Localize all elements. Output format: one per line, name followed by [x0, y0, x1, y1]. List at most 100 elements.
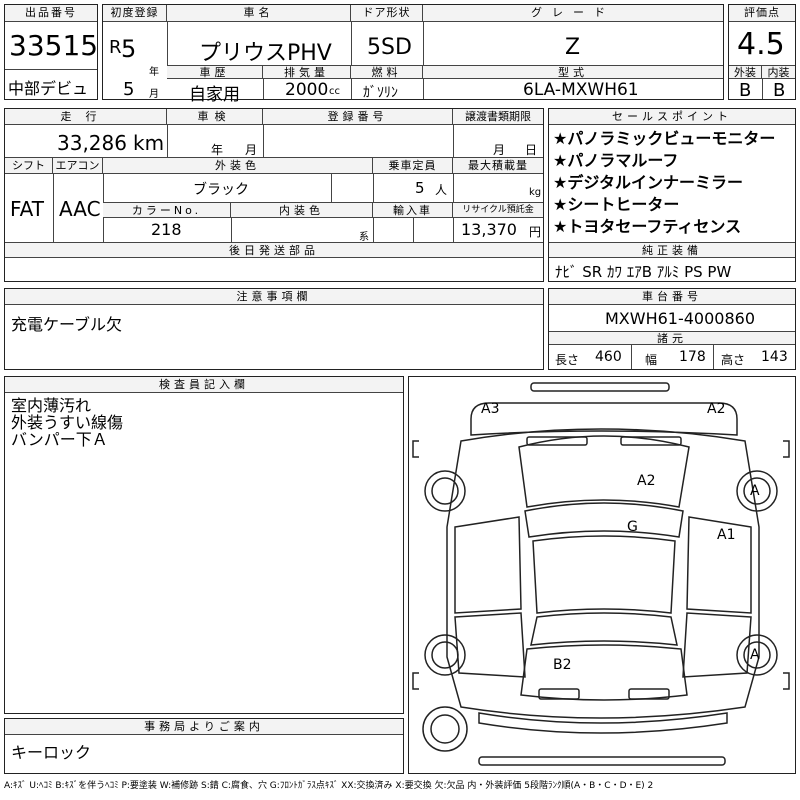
capacity-label: 乗車定員 — [373, 158, 453, 174]
transfer-label: 譲渡書類期限 — [453, 109, 543, 125]
inspector-line: 室内薄汚れ — [11, 396, 92, 415]
damage-mark-a-rear-tire: A — [750, 647, 760, 663]
sales-points-label: セールスポイント — [549, 109, 795, 125]
history-label: 車歴 — [167, 65, 263, 79]
inspector-label: 検査員記入欄 — [5, 377, 403, 393]
damage-mark-a3: A3 — [481, 401, 500, 417]
ext-label: 外装 — [729, 65, 762, 79]
registration-label: 登録番号 — [263, 109, 453, 125]
int-color-label: 内装色 — [231, 202, 373, 218]
load-label: 最大積載量 — [453, 158, 543, 174]
load-unit: kg — [529, 187, 542, 198]
chassis-number: MXWH61-4000860 — [605, 309, 756, 328]
vehicle-details: 走行 車検 登録番号 譲渡書類期限 33,286 km 年 月 月 日 シフト … — [4, 108, 544, 282]
first-reg-year: 5 — [121, 35, 137, 63]
door-label: ドア形状 — [351, 5, 423, 22]
inspector-box: 検査員記入欄 室内薄汚れ 外装うすい線傷 バンパー下Ａ — [4, 376, 404, 714]
chassis-label: 車台番号 — [549, 289, 795, 305]
height-label: 高さ — [721, 353, 746, 367]
vehicle-header: 初度登録 車名 ドア形状 グレード R 5 年 プリウスPHV 5SD Z 車歴… — [102, 4, 724, 105]
int-grade: B — [773, 80, 786, 101]
fuel-label: 燃料 — [351, 65, 423, 79]
score: 4.5 — [737, 27, 785, 62]
damage-diagram: A3 A2 A2 G A1 A A B2 — [408, 376, 796, 774]
recycle-fee: 13,370 — [461, 220, 517, 239]
sales-point: ★パノラミックビューモニター — [553, 129, 776, 148]
int-label: 内装 — [762, 65, 795, 79]
damage-mark-a1: A1 — [717, 527, 736, 543]
venue: 中部デビュ — [8, 79, 89, 98]
month-unit: 月 — [149, 89, 159, 100]
displacement: 2000 — [285, 80, 329, 100]
dims-label: 諸元 — [549, 331, 795, 345]
import-label: 輸入車 — [373, 202, 453, 218]
inspector-line: 外装うすい線傷 — [11, 413, 124, 432]
damage-mark-a-front-tire: A — [750, 483, 760, 499]
ext-grade: B — [739, 80, 752, 101]
mileage: 33,286 — [57, 131, 127, 155]
year-unit: 年 — [149, 67, 159, 78]
length-label: 長さ — [555, 353, 580, 367]
inspection-month-unit: 月 — [245, 143, 258, 157]
recycle-label: リサイクル預託金 — [453, 202, 543, 218]
ac-label: エアコン — [53, 158, 103, 174]
mileage-label: 走行 — [5, 109, 167, 125]
width: 178 — [679, 349, 706, 365]
fuel: ｶﾞｿﾘﾝ — [363, 85, 398, 101]
height: 143 — [761, 349, 788, 365]
office-label: 事務局よりご案内 — [5, 719, 403, 735]
car-name: プリウスPHV — [199, 41, 332, 66]
lot-label: 出品番号 — [5, 5, 97, 22]
sales-points-box: セールスポイント ★パノラミックビューモニター ★パノラマルーフ ★デジタルイン… — [548, 108, 796, 282]
displacement-label: 排気量 — [263, 65, 351, 79]
chassis-box: 車台番号 MXWH61-4000860 諸元 長さ 460 幅 178 高さ 1… — [548, 288, 796, 370]
damage-mark-g: G — [627, 519, 638, 535]
damage-mark-b2: B2 — [553, 657, 572, 673]
color-no-label: カラーNo. — [103, 202, 231, 218]
car-name-label: 車名 — [167, 5, 351, 22]
office-box: 事務局よりご案内 キーロック — [4, 718, 404, 774]
lot-number: 33515 — [9, 29, 99, 62]
capacity: 5 — [415, 179, 425, 197]
equipment-list: ﾅﾋﾞ SR ｶﾜ ｴｱB ｱﾙﾐ PS PW — [555, 263, 732, 281]
sales-point: ★シートヒーター — [553, 195, 680, 214]
recycle-unit: 円 — [529, 225, 542, 239]
inspection-label: 車検 — [167, 109, 263, 125]
grade-label: グレード — [423, 5, 723, 22]
car-outline — [412, 382, 790, 766]
inspector-line: バンパー下Ａ — [11, 430, 108, 449]
ac: AAC — [59, 197, 101, 221]
int-color-suffix: 系 — [359, 232, 369, 243]
transfer-month: 月 — [493, 143, 506, 157]
lot-box: 出品番号 33515 中部デビュ — [4, 4, 98, 100]
exterior-color: ブラック — [193, 182, 249, 198]
sales-point: ★トヨタセーフティセンス — [553, 217, 742, 236]
mileage-unit: km — [133, 131, 165, 155]
width-label: 幅 — [645, 353, 658, 367]
first-reg-month: 5 — [123, 79, 135, 100]
damage-mark-a2-roof: A2 — [637, 473, 656, 489]
office-text: キーロック — [11, 743, 92, 762]
model: 6LA-MXWH61 — [523, 80, 639, 100]
capacity-unit: 人 — [435, 183, 448, 197]
model-label: 型式 — [423, 65, 723, 79]
length: 460 — [595, 349, 622, 365]
first-reg-label: 初度登録 — [103, 5, 167, 22]
sales-point: ★パノラマルーフ — [553, 151, 679, 170]
transfer-day: 日 — [525, 143, 538, 157]
history: 自家用 — [189, 85, 240, 105]
notes-box: 注意事項欄 充電ケーブル欠 — [4, 288, 544, 370]
damage-mark-a2-top: A2 — [707, 401, 726, 417]
displacement-unit: cc — [329, 86, 340, 97]
equipment-label: 純正装備 — [549, 242, 795, 258]
grade: Z — [565, 35, 581, 60]
score-label: 評価点 — [729, 5, 795, 22]
shift-label: シフト — [5, 158, 53, 174]
inspection-year-unit: 年 — [211, 143, 224, 157]
color-number: 218 — [151, 220, 182, 239]
notes-text: 充電ケーブル欠 — [11, 315, 123, 334]
legend-footer: A:ｷｽﾞ U:ﾍｺﾐ B:ｷｽﾞを伴うﾍｺﾐ P:要塗装 W:補修跡 S:錆 … — [4, 781, 654, 791]
sales-point: ★デジタルインナーミラー — [553, 173, 744, 192]
notes-label: 注意事項欄 — [5, 289, 543, 305]
door-type: 5SD — [367, 35, 412, 60]
